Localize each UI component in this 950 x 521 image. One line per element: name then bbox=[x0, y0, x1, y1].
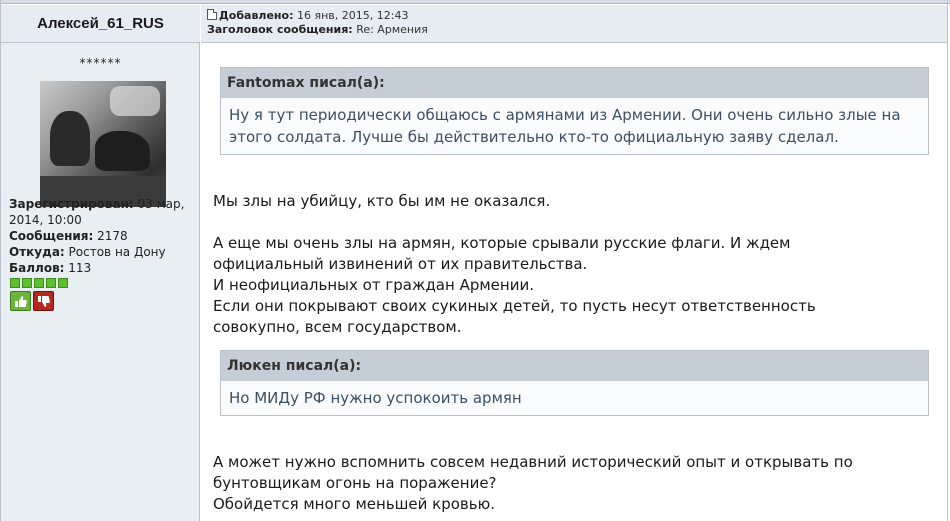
quote-text: Ну я тут периодически общаюсь с армянами… bbox=[229, 106, 901, 146]
reputation-bar bbox=[10, 278, 68, 288]
text-line: Мы злы на убийцу, кто бы им не оказался. bbox=[213, 192, 551, 210]
added-label: Добавлено: bbox=[219, 9, 294, 22]
subject-value: Re: Армения bbox=[356, 23, 428, 36]
posts-row: Сообщения: 2178 bbox=[9, 228, 194, 244]
text-line: А может нужно вспомнить совсем недавний … bbox=[213, 453, 853, 471]
text-line: бунтовщикам огонь на поражение? bbox=[213, 474, 497, 492]
points-row: Баллов: 113 bbox=[9, 260, 194, 276]
post-date-line: Добавлено: 16 янв, 2015, 12:43 bbox=[207, 9, 947, 23]
text-line: И неофициальных от граждан Армении. bbox=[213, 276, 534, 294]
text-line: совокупно, всем государством. bbox=[213, 318, 462, 336]
registered-label: Зарегистрирован: bbox=[9, 197, 134, 211]
quote-header: Люкен писал(а): bbox=[221, 351, 928, 381]
points-label: Баллов: bbox=[9, 261, 65, 275]
posts-value: 2178 bbox=[97, 229, 128, 243]
reputation-square bbox=[34, 278, 44, 288]
posts-label: Сообщения: bbox=[9, 229, 94, 243]
subject-label: Заголовок сообщения: bbox=[207, 23, 353, 36]
post-header: Добавлено: 16 янв, 2015, 12:43 Заголовок… bbox=[201, 5, 947, 43]
text-line: Обойдется много меньшей кровью. bbox=[213, 495, 495, 513]
reputation-square bbox=[58, 278, 68, 288]
quote-block: Fantomax писал(а): Ну я тут периодически… bbox=[220, 67, 929, 155]
user-rank: ****** bbox=[79, 56, 122, 70]
document-icon[interactable] bbox=[207, 9, 217, 20]
post-subject-line: Заголовок сообщения: Re: Армения bbox=[207, 23, 947, 37]
added-value: 16 янв, 2015, 12:43 bbox=[297, 9, 409, 22]
text-line: официальный извинений от их правительств… bbox=[213, 255, 588, 273]
from-label: Откуда: bbox=[9, 245, 65, 259]
post-paragraph: Мы злы на убийцу, кто бы им не оказался. bbox=[213, 191, 933, 212]
reputation-square bbox=[46, 278, 56, 288]
text-line: А еще мы очень злы на армян, которые сры… bbox=[213, 234, 791, 252]
registered-row: Зарегистрирован: 03 мар, 2014, 10:00 bbox=[9, 196, 194, 228]
from-row: Откуда: Ростов на Дону bbox=[9, 244, 194, 260]
author-info: Зарегистрирован: 03 мар, 2014, 10:00 Соо… bbox=[9, 196, 194, 276]
avatar bbox=[40, 81, 166, 207]
points-value: 113 bbox=[68, 261, 92, 275]
reputation-square bbox=[22, 278, 32, 288]
quote-header: Fantomax писал(а): bbox=[221, 68, 928, 98]
post-paragraph: А еще мы очень злы на армян, которые сры… bbox=[213, 233, 933, 338]
vote-buttons bbox=[10, 291, 54, 311]
reputation-square bbox=[10, 278, 20, 288]
quote-block: Люкен писал(а): Но МИДу РФ нужно успокои… bbox=[220, 350, 929, 416]
quote-text: Но МИДу РФ нужно успокоить армян bbox=[229, 389, 522, 407]
post-paragraph: А может нужно вспомнить совсем недавний … bbox=[213, 452, 933, 515]
text-line: Если они покрывают своих сукиных детей, … bbox=[213, 297, 816, 315]
from-value: Ростов на Дону bbox=[68, 245, 166, 259]
author-header: Алексей_61_RUS bbox=[1, 5, 200, 43]
thumbs-up-icon[interactable] bbox=[10, 291, 31, 311]
author-name[interactable]: Алексей_61_RUS bbox=[37, 15, 164, 32]
thumbs-down-icon[interactable] bbox=[33, 291, 54, 311]
